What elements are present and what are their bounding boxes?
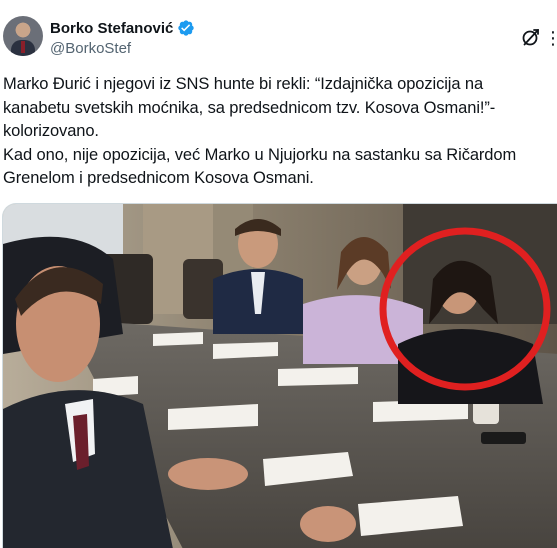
grok-icon[interactable]	[521, 27, 541, 47]
author-handle[interactable]: @BorkoStef	[50, 40, 131, 57]
tweet-photo[interactable]	[2, 203, 557, 548]
author-name-row[interactable]: Borko Stefanović	[50, 19, 195, 37]
more-options-icon[interactable]: ⋮	[544, 28, 557, 48]
verified-badge-icon	[177, 19, 195, 37]
photo-illustration	[3, 204, 557, 548]
tweet-text: Marko Đurić i njegovi iz SNS hunte bi re…	[3, 75, 517, 187]
avatar[interactable]	[3, 16, 43, 56]
tweet: Borko Stefanović @BorkoStef ⋮ Marko Đuri…	[0, 0, 557, 548]
tweet-header: Borko Stefanović @BorkoStef ⋮	[0, 10, 557, 60]
author-display-name[interactable]: Borko Stefanović	[50, 20, 173, 37]
